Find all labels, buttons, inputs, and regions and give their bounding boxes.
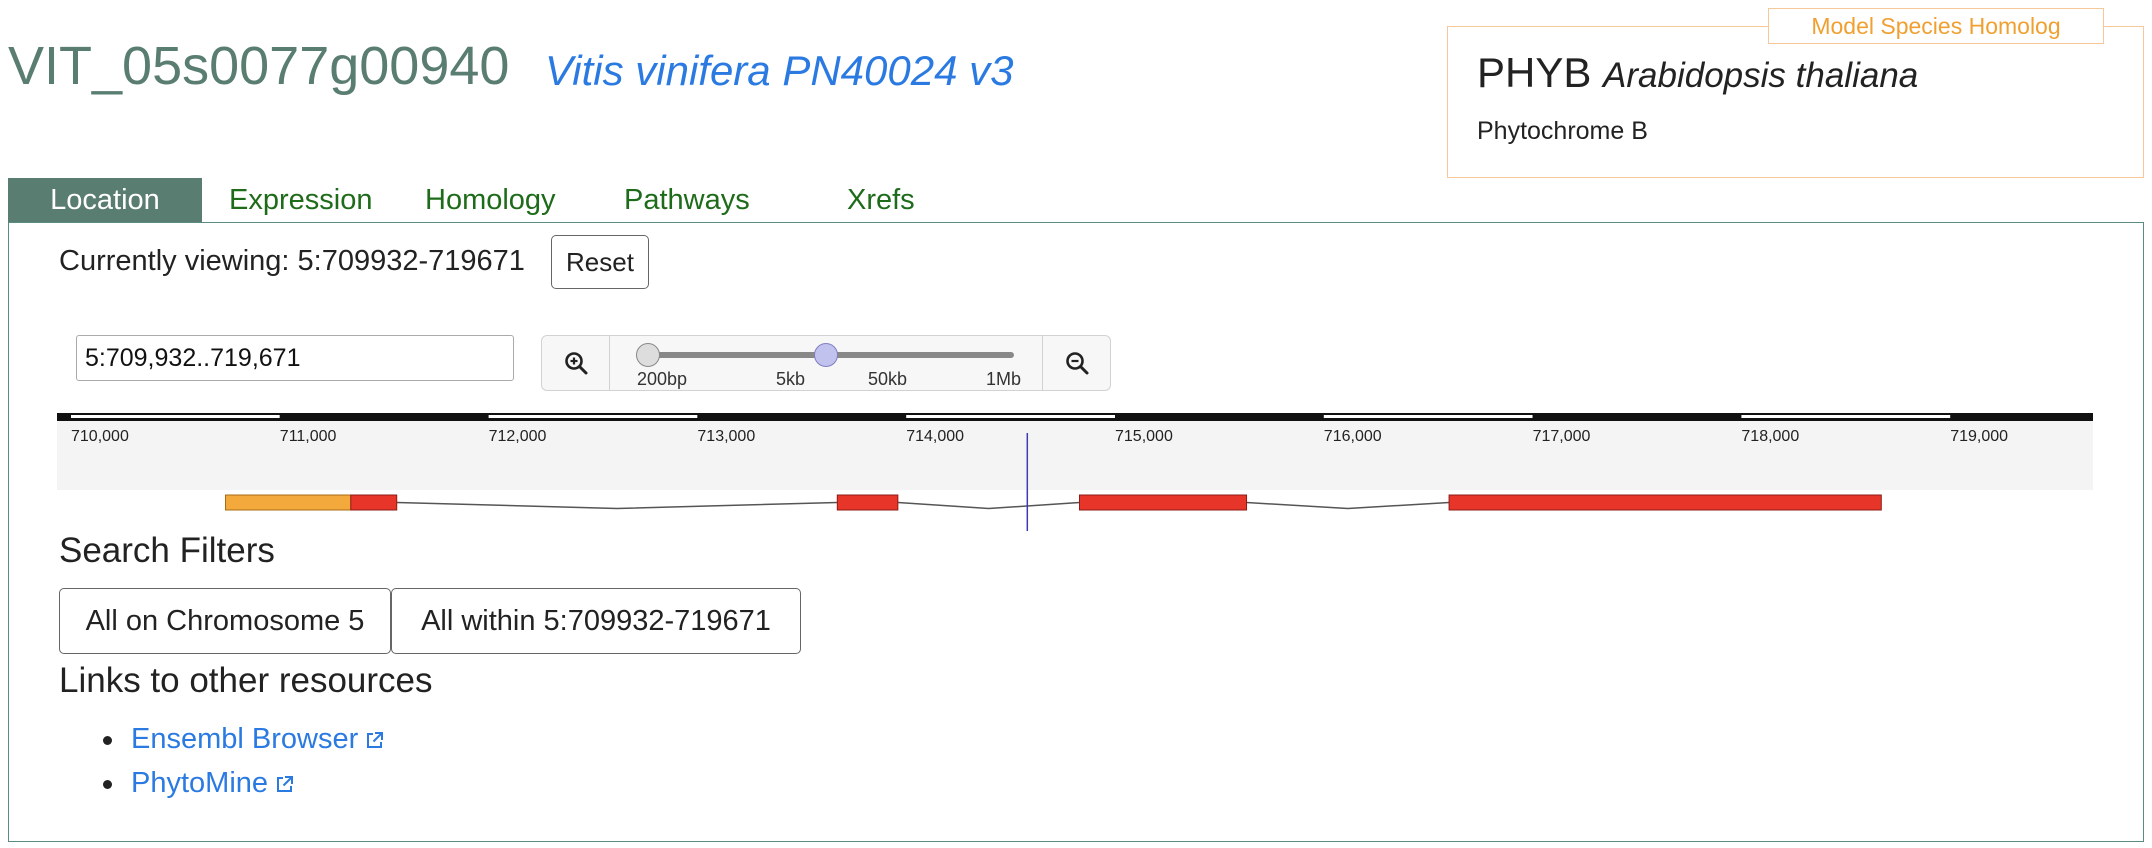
exon-block[interactable] [1079,494,1248,511]
reset-button[interactable]: Reset [551,235,649,289]
ruler-tick-label: 714,000 [906,428,964,445]
ruler-segment [1741,415,1951,418]
homolog-name: PHYB Arabidopsis thaliana [1477,49,1918,97]
external-link-icon [277,775,294,792]
model-species-homolog-tag: Model Species Homolog [1768,8,2104,44]
list-item: Ensembl Browser [59,717,384,761]
intron [396,501,838,510]
tab-xrefs[interactable]: Xrefs [847,178,915,222]
search-filters-title: Search Filters [59,531,275,570]
zoom-slider-handle[interactable] [814,343,838,367]
link-label: PhytoMine [131,767,269,799]
ruler-segment [488,415,698,418]
zoom-tick-label: 50kb [868,369,908,389]
phytomine-link[interactable]: PhytoMine [131,767,294,799]
zoom-in-button[interactable] [542,336,610,390]
ruler-segment [1532,415,1742,418]
exon-block[interactable] [350,494,398,511]
tab-location[interactable]: Location [8,178,202,222]
ruler-segment [1115,415,1324,418]
zoom-slider-min-handle[interactable] [636,343,660,367]
gene-id-title: VIT_05s0077g00940 [8,36,510,96]
ruler-tick-label: 713,000 [697,428,755,445]
ruler-tick-label: 717,000 [1533,428,1591,445]
tab-homology[interactable]: Homology [425,178,556,222]
ruler-segment [279,415,489,418]
list-item: PhytoMine [59,761,384,805]
zoom-control: 200bp 5kb 50kb 1Mb [541,335,1111,391]
exon-block[interactable] [1448,494,1882,511]
intron [897,501,1080,510]
ruler-tick-label: 719,000 [1950,428,2008,445]
zoom-slider[interactable] [636,343,1014,367]
utr-block[interactable] [225,494,352,511]
external-link-icon [367,731,384,748]
homolog-organism: Arabidopsis thaliana [1603,56,1919,95]
ruler-segment [1323,415,1533,418]
homolog-description: Phytochrome B [1477,117,1648,145]
filter-region-button[interactable]: All within 5:709932-719671 [391,588,801,654]
ruler-segment [71,415,280,418]
zoom-out-icon [1065,352,1088,375]
ensembl-browser-link[interactable]: Ensembl Browser [131,723,384,755]
exon-block[interactable] [836,494,899,511]
ruler-tick-label: 712,000 [489,428,547,445]
resource-links-list: Ensembl Browser PhytoMine [59,717,384,805]
location-input[interactable] [76,335,514,381]
tab-pathways[interactable]: Pathways [624,178,750,222]
ruler-tick-label: 710,000 [71,428,129,445]
ruler-segment [906,415,1115,418]
tab-expression[interactable]: Expression [229,178,372,222]
zoom-tick-label: 200bp [637,369,688,389]
species-name: Vitis vinifera PN40024 v3 [545,47,1014,94]
ruler-segment [697,415,907,418]
zoom-out-button[interactable] [1042,336,1110,390]
ruler-tick-label: 716,000 [1324,428,1382,445]
link-label: Ensembl Browser [131,723,359,755]
zoom-in-icon [564,352,587,375]
currently-viewing-label: Currently viewing: 5:709932-719671 [59,245,525,277]
filter-chromosome-button[interactable]: All on Chromosome 5 [59,588,391,654]
links-title: Links to other resources [59,661,433,700]
location-panel: Currently viewing: 5:709932-719671 Reset… [8,222,2144,842]
ruler-tick-label: 718,000 [1741,428,1799,445]
zoom-tick-label: 1Mb [986,369,1022,389]
ruler-tick-label: 715,000 [1115,428,1173,445]
homolog-symbol[interactable]: PHYB [1477,49,1591,96]
zoom-tick-label: 5kb [776,369,806,389]
genome-browser[interactable]: 710,000 711,000 712,000 713,000 714,000 715,0… [57,413,2093,533]
ruler-background [57,413,2093,490]
ruler-tick-label: 711,000 [280,428,337,445]
intron [1246,501,1450,510]
model-species-homolog-panel: PHYB Arabidopsis thaliana Phytochrome B [1447,26,2144,178]
